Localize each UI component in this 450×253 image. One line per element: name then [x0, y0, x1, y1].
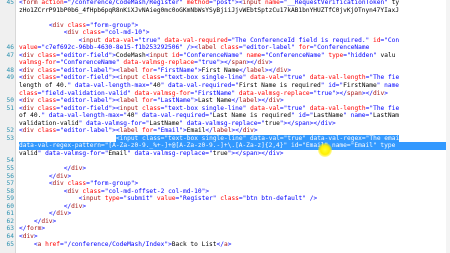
line-number: 61	[6, 210, 14, 218]
code-line[interactable]: 61 </div>	[0, 210, 450, 218]
code-text: </div>	[48, 172, 72, 180]
code-line[interactable]: valid" data-valmsg-for="Email" data-valm…	[0, 150, 450, 158]
code-text: <div class="editor-field"><input class="…	[19, 74, 400, 82]
code-text: <div>	[19, 232, 38, 240]
code-text: length of 40." data-val-length-max="40" …	[19, 82, 400, 90]
line-number: 48	[6, 66, 14, 74]
code-line[interactable]: <div class="col-md-10">	[0, 29, 450, 37]
line-number: 51	[6, 104, 14, 112]
code-text: validation-valid" data-valmsg-for="LastN…	[19, 119, 336, 127]
code-text: <div class="editor-field"><input class="…	[19, 134, 400, 142]
code-text: </div>	[63, 202, 87, 210]
code-line[interactable]: 54	[0, 157, 450, 165]
code-line[interactable]: <div class="form-group">	[0, 22, 450, 30]
code-line[interactable]: data-val-regex-pattern="[A-Za-z0-9._%+-]…	[0, 142, 450, 150]
code-line[interactable]: zHo1ZCrrP91bP0b6_4fHpb6pqR8nKiXJvNAieg0m…	[0, 7, 450, 15]
code-text: <div class="form-group">	[48, 21, 139, 29]
code-text: <a href="/conference/CodeMash/Index">Bac…	[33, 240, 232, 248]
code-text: <div class="col-md-offset-2 col-md-10">	[63, 187, 210, 195]
code-text: <div class="editor-label"><label for="Fi…	[19, 66, 292, 74]
line-number: 57	[6, 180, 14, 188]
code-text: value="c7ef692c-96bb-4630-8e15-f1b253292…	[19, 44, 370, 52]
line-number: 50	[6, 97, 14, 105]
code-line[interactable]: 49 <div class="editor-field"><input class…	[0, 74, 450, 82]
code-text: zHo1ZCrrP91bP0b6_4fHpb6pqR8nKiXJvNAieg0m…	[19, 6, 399, 14]
line-number: 47	[6, 51, 14, 59]
code-text: valmsg-for="ConferenceName" data-valmsg-…	[19, 59, 273, 67]
code-line[interactable]	[0, 14, 450, 22]
line-number: 64	[6, 232, 14, 240]
line-number: 54	[6, 157, 14, 165]
line-number: 65	[6, 240, 14, 248]
line-number: 58	[6, 187, 14, 195]
line-number: 62	[6, 217, 14, 225]
code-line[interactable]: of 40." data-val-length-max="40" data-va…	[0, 112, 450, 120]
line-number: 52	[6, 127, 14, 135]
code-text: <input data-val="true" data-val-required…	[78, 36, 400, 44]
code-line[interactable]: <input data-val="true" data-val-required…	[0, 37, 450, 45]
code-line[interactable]: 58 <div class="col-md-offset-2 col-md-10…	[0, 188, 450, 196]
code-text: <div class="editor-label"><label for="La…	[19, 97, 284, 105]
line-number: 56	[6, 172, 14, 180]
code-line[interactable]: 57 <div class="form-group">	[0, 180, 450, 188]
line-number: 63	[6, 225, 14, 233]
code-line[interactable]: 48 <div class="editor-label"><label for="…	[0, 67, 450, 75]
code-text: <div class="editor-field">CodeMash<input…	[19, 51, 396, 59]
code-line[interactable]: validation-valid" data-valmsg-for="LastN…	[0, 120, 450, 128]
code-line[interactable]: 65 <a href="/conference/CodeMash/Index">…	[0, 241, 450, 249]
line-number: 46	[6, 44, 14, 52]
code-line[interactable]: 47 <div class="editor-field">CodeMash<inp…	[0, 52, 450, 60]
code-line[interactable]: valmsg-for="ConferenceName" data-valmsg-…	[0, 59, 450, 67]
code-editor[interactable]: 45 <form action="/conference/CodeMash/Reg…	[0, 0, 450, 248]
code-text: class="field-validation-valid" data-valm…	[19, 89, 388, 97]
code-line[interactable]: 64 <div>	[0, 233, 450, 241]
code-line[interactable]: 62 </div>	[0, 218, 450, 226]
code-text: </div>	[63, 165, 87, 173]
code-text: <input type="submit" value="Register" cl…	[78, 195, 318, 203]
line-number: 49	[6, 74, 14, 82]
code-line[interactable]: 46 value="c7ef692c-96bb-4630-8e15-f1b2532…	[0, 44, 450, 52]
code-line[interactable]: 60 </div>	[0, 203, 450, 211]
code-line[interactable]: 51 <div class="editor-field"><input class…	[0, 105, 450, 113]
code-line[interactable]: 52 <div class="editor-label"><label for="…	[0, 127, 450, 135]
highlight-cursor-icon	[318, 143, 332, 157]
line-number: 55	[6, 165, 14, 173]
code-text: </div>	[33, 217, 57, 225]
code-line[interactable]: 50 <div class="editor-label"><label for="…	[0, 97, 450, 105]
vertical-scrollbar[interactable]	[446, 0, 450, 253]
line-number: 59	[6, 195, 14, 203]
code-line[interactable]: length of 40." data-val-length-max="40" …	[0, 82, 450, 90]
code-text: <div class="editor-field"><input class="…	[19, 104, 400, 112]
code-text: </div>	[48, 210, 72, 218]
code-line[interactable]: 56 </div>	[0, 173, 450, 181]
code-line[interactable]: 59 <input type="submit" value="Register"…	[0, 195, 450, 203]
code-text: data-val-regex-pattern="[A-Za-z0-9._%+-]…	[19, 142, 450, 150]
code-text: <div class="editor-label"><label for="Em…	[19, 127, 258, 135]
line-number: 60	[6, 202, 14, 210]
code-text: </form>	[19, 225, 46, 233]
code-text: <div class="col-md-10">	[63, 29, 150, 37]
code-line[interactable]: 63 </form>	[0, 225, 450, 233]
code-text: of 40." data-val-length-max="40" data-va…	[19, 112, 400, 120]
code-text: <div class="form-group">	[48, 180, 139, 188]
code-line[interactable]: 55 </div>	[0, 165, 450, 173]
code-text: valid" data-valmsg-for="Email" data-valm…	[19, 149, 284, 157]
code-line[interactable]: class="field-validation-valid" data-valm…	[0, 90, 450, 98]
code-line[interactable]: 53 <div class="editor-field"><input class…	[0, 134, 450, 143]
line-number: 53	[6, 134, 14, 142]
